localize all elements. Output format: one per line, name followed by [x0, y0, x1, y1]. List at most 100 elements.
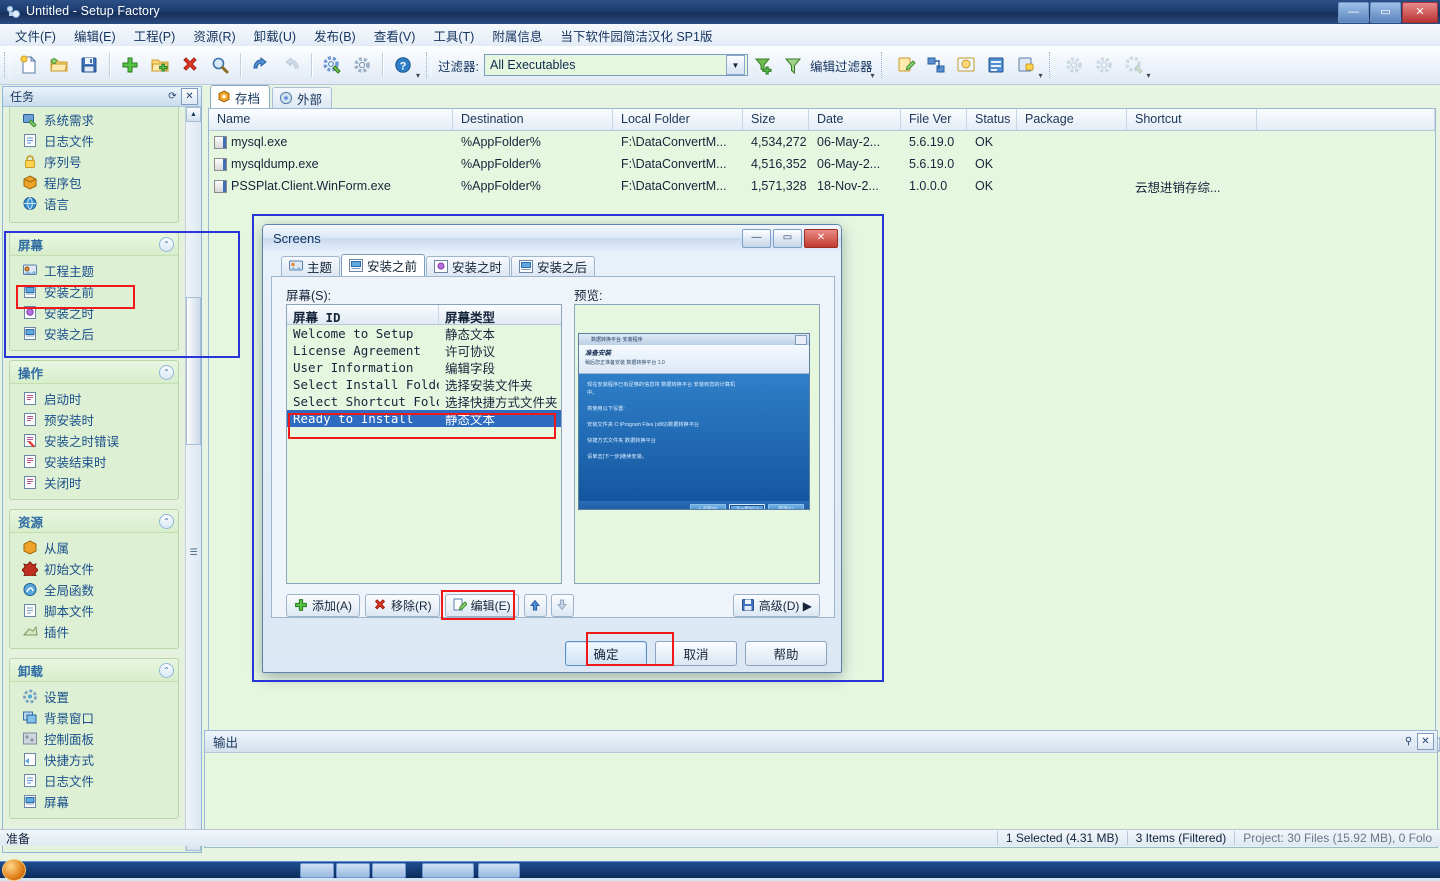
- filter-overflow-caret[interactable]: ▾: [871, 71, 875, 80]
- file-row[interactable]: mysqldump.exe %AppFolder% F:\DataConvertM.…: [209, 153, 1435, 175]
- task-item-日志文件[interactable]: 日志文件: [10, 770, 178, 791]
- remove-screen-button[interactable]: 移除(R): [365, 593, 440, 617]
- add-folder-icon[interactable]: [145, 50, 175, 80]
- close-icon[interactable]: ✕: [1417, 733, 1434, 750]
- task-item-启动时[interactable]: 启动时: [10, 388, 178, 409]
- cancel-button[interactable]: 取消: [655, 640, 737, 666]
- task-item-关闭时[interactable]: 关闭时: [10, 472, 178, 493]
- edit-filter-label[interactable]: 编辑过滤器: [810, 56, 873, 75]
- file-row[interactable]: mysql.exe %AppFolder% F:\DataConvertM... 4,…: [209, 131, 1435, 153]
- chevron-up-icon[interactable]: ⌃: [159, 236, 174, 252]
- task-item-插件[interactable]: 插件: [10, 621, 178, 642]
- task-item-脚本文件[interactable]: 脚本文件: [10, 600, 178, 621]
- task-item-预安装时[interactable]: 预安装时: [10, 409, 178, 430]
- task-group-header[interactable]: 资源 ⌃: [10, 510, 178, 533]
- document-tab-外部[interactable]: 外部: [272, 87, 333, 108]
- taskbar-item[interactable]: [422, 863, 474, 878]
- task-item-序列号[interactable]: 序列号: [10, 151, 178, 172]
- toolbar-grip[interactable]: [1048, 52, 1055, 78]
- apply-filter-icon[interactable]: [748, 50, 778, 80]
- task-item-安装之后[interactable]: 安装之后: [10, 323, 178, 344]
- column-header-package[interactable]: Package: [1017, 109, 1127, 130]
- column-header-destination[interactable]: Destination: [453, 109, 613, 130]
- task-group-header[interactable]: 卸载 ⌃: [10, 659, 178, 682]
- ok-button[interactable]: 确定: [565, 640, 647, 666]
- configure-build-icon[interactable]: [1119, 50, 1149, 80]
- toolbar-grip[interactable]: [880, 52, 887, 78]
- task-item-初始文件[interactable]: 初始文件: [10, 558, 178, 579]
- move-down-button[interactable]: [550, 593, 574, 617]
- file-row[interactable]: PSSPlat.Client.WinForm.exe %AppFolder% F:\…: [209, 175, 1435, 197]
- chevron-up-icon[interactable]: ⌃: [159, 364, 174, 380]
- minimize-button[interactable]: —: [1338, 2, 1369, 23]
- scroll-thumb[interactable]: [186, 297, 201, 445]
- dialog-maximize-button[interactable]: ▭: [773, 228, 802, 248]
- taskbar-item[interactable]: [372, 863, 406, 878]
- menu-item-2[interactable]: 工程(P): [125, 24, 185, 47]
- column-header-name[interactable]: Name: [209, 109, 453, 130]
- column-header-file-ver[interactable]: File Ver: [901, 109, 967, 130]
- dialog-tab-安装之后[interactable]: 安装之后: [511, 256, 596, 276]
- settings-icon[interactable]: [347, 50, 377, 80]
- new-file-icon[interactable]: [14, 50, 44, 80]
- dialog-minimize-button[interactable]: —: [742, 228, 771, 248]
- menu-item-5[interactable]: 发布(B): [305, 24, 365, 47]
- menu-item-4[interactable]: 卸载(U): [245, 24, 305, 47]
- edit-screen-button[interactable]: 编辑(E): [444, 593, 519, 617]
- move-up-button[interactable]: [523, 593, 547, 617]
- menu-item-6[interactable]: 查看(V): [365, 24, 425, 47]
- task-item-工程主题[interactable]: 工程主题: [10, 260, 178, 281]
- toolbar-overflow-caret[interactable]: ▾: [416, 71, 420, 80]
- task-item-系统需求[interactable]: 系统需求: [10, 109, 178, 130]
- taskbar-item[interactable]: [478, 863, 520, 878]
- task-item-背景窗口[interactable]: 背景窗口: [10, 707, 178, 728]
- add-screen-button[interactable]: 添加(A): [286, 593, 360, 617]
- column-header-status[interactable]: Status: [967, 109, 1017, 130]
- redo-icon[interactable]: [276, 50, 306, 80]
- task-item-快捷方式[interactable]: 快捷方式: [10, 749, 178, 770]
- security-icon[interactable]: [1011, 50, 1041, 80]
- task-item-安装之时错误[interactable]: 安装之时错误: [10, 430, 178, 451]
- build-icon[interactable]: [1059, 50, 1089, 80]
- screen-list-row[interactable]: Select Shortcut Folder选择快捷方式文件夹: [287, 393, 561, 410]
- menu-item-7[interactable]: 工具(T): [424, 24, 483, 47]
- open-folder-icon[interactable]: [44, 50, 74, 80]
- save-icon[interactable]: [74, 50, 104, 80]
- screen-list-row[interactable]: User Information 编辑字段: [287, 359, 561, 376]
- taskbar-item[interactable]: [336, 863, 370, 878]
- add-files-icon[interactable]: [115, 50, 145, 80]
- chevron-up-icon[interactable]: ⌃: [159, 513, 174, 529]
- task-item-程序包[interactable]: 程序包: [10, 172, 178, 193]
- menu-item-1[interactable]: 编辑(E): [65, 24, 125, 47]
- dialog-tab-安装之时[interactable]: 安装之时: [426, 256, 511, 276]
- screen-list-row[interactable]: Ready to Install 静态文本: [287, 410, 561, 427]
- task-item-安装之前[interactable]: 安装之前: [10, 281, 178, 302]
- report-icon[interactable]: [981, 50, 1011, 80]
- edit-script-icon[interactable]: [891, 50, 921, 80]
- screen-list-row[interactable]: Welcome to Setup 静态文本: [287, 325, 561, 342]
- filter-combobox[interactable]: All Executables ▼: [484, 54, 748, 76]
- close-icon[interactable]: ✕: [181, 88, 198, 105]
- task-item-语言[interactable]: 语言: [10, 193, 178, 214]
- advanced-button[interactable]: 高级(D) ▶: [732, 593, 820, 617]
- task-item-控制面板[interactable]: 控制面板: [10, 728, 178, 749]
- preview-icon[interactable]: [951, 50, 981, 80]
- menu-item-8[interactable]: 附属信息: [483, 24, 551, 47]
- chevron-up-icon[interactable]: ⌃: [159, 662, 174, 678]
- dependencies-icon[interactable]: [921, 50, 951, 80]
- column-header-shortcut[interactable]: Shortcut: [1127, 109, 1257, 130]
- tools-overflow-caret[interactable]: ▾: [1039, 71, 1043, 80]
- help-button[interactable]: 帮助: [745, 640, 827, 666]
- task-item-全局函数[interactable]: 全局函数: [10, 579, 178, 600]
- pin-icon[interactable]: ⚲: [1400, 733, 1417, 750]
- menu-item-0[interactable]: 文件(F): [6, 24, 65, 47]
- maximize-button[interactable]: ▭: [1370, 2, 1401, 23]
- task-pane-scrollbar[interactable]: ▲ ☰ ▼: [185, 107, 201, 851]
- scroll-up-button[interactable]: ▲: [186, 107, 201, 122]
- taskbar-item[interactable]: [300, 863, 334, 878]
- task-group-header[interactable]: 操作 ⌃: [10, 361, 178, 384]
- search-icon[interactable]: [205, 50, 235, 80]
- dialog-close-button[interactable]: ✕: [804, 228, 838, 248]
- task-item-安装结束时[interactable]: 安装结束时: [10, 451, 178, 472]
- refresh-icon[interactable]: ⟳: [164, 88, 181, 105]
